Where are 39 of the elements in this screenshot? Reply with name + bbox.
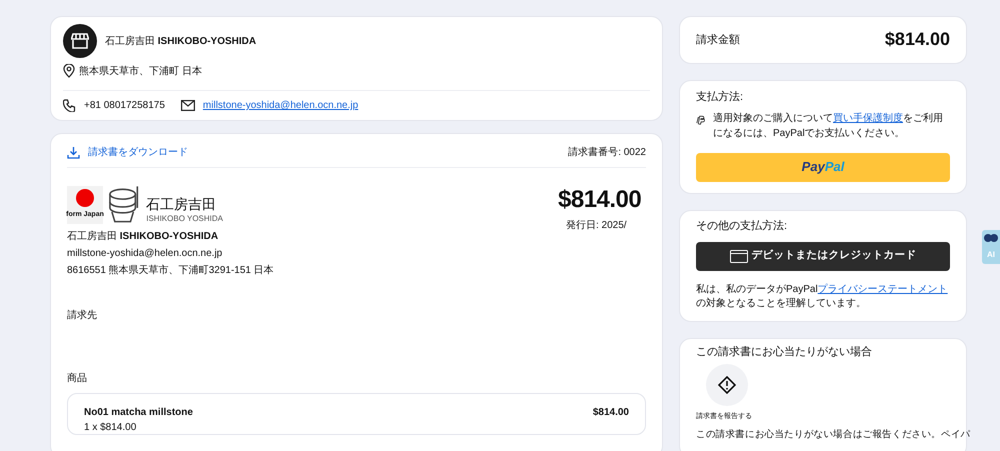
summary-label: 請求金額 [696,32,740,48]
seller-address: 8616551 熊本県天草市、下浦町3291-151 日本 [67,264,274,277]
bill-to-label: 請求先 [67,309,98,322]
store-icon [71,33,89,49]
report-title: この請求書にお心当たりがない場合 [696,344,873,359]
card-payment-button[interactable]: デビットまたはクレジットカード [696,242,950,271]
email-link[interactable]: millstone-yoshida@helen.ocn.ne.jp [202,99,358,112]
issue-date: 発行日: 2025/ [566,219,628,232]
warning-icon[interactable] [718,376,736,394]
item-quantity: 1 x $814.00 [84,421,138,434]
buyer-protection-notice: 適用対象のご購入について買い手保護制度をご利用になるには、PayPalでお支払いください。 [713,112,944,141]
items-label: 商品 [67,372,88,385]
merchant-phone: +81 08017258175 [84,99,165,112]
buyer-protection-link[interactable]: 買い手保護制度 [833,113,903,124]
paypal-button[interactable]: PayPal [696,153,950,182]
item-price: $814.00 [592,406,629,419]
card-icon [730,250,748,263]
location-pin-icon [63,64,75,78]
merchant-location: 熊本県天草市、下浦町 日本 [79,64,202,78]
report-text: この請求書にお心当たりがない場合はご報告ください。ペイパ [696,428,970,442]
privacy-notice: 私は、私のデータがPayPalプライバシーステートメント の対象となることを理解しています。 [696,282,949,311]
phone-icon [63,99,76,112]
mail-icon [180,100,195,111]
invoice-number: 請求書番号: 0022 [568,146,646,159]
seller-email: millstone-yoshida@helen.ocn.ne.jp [67,247,224,260]
translate-label: AI [987,250,995,260]
logo-wordmark: 石工房吉田 [146,198,218,214]
report-button[interactable] [706,364,748,406]
item-name: No01 matcha millstone [84,406,193,419]
other-payment-title: その他の支払方法: [696,219,788,234]
privacy-link[interactable]: プライバシーステートメント [818,284,948,295]
merchant-name: 石工房吉田 ISHIKOBO-YOSHIDA [105,34,256,48]
seller-name: 石工房吉田 ISHIKOBO-YOSHIDA [67,230,220,243]
invoice-amount: $814.00 [558,185,642,215]
logo-subtitle: ISHIKOBO YOSHIDA [146,214,223,224]
summary-amount: $814.00 [884,28,950,52]
download-icon[interactable] [67,146,80,159]
download-link[interactable]: 請求書をダウンロード [88,146,188,159]
payment-title: 支払方法: [696,90,744,104]
